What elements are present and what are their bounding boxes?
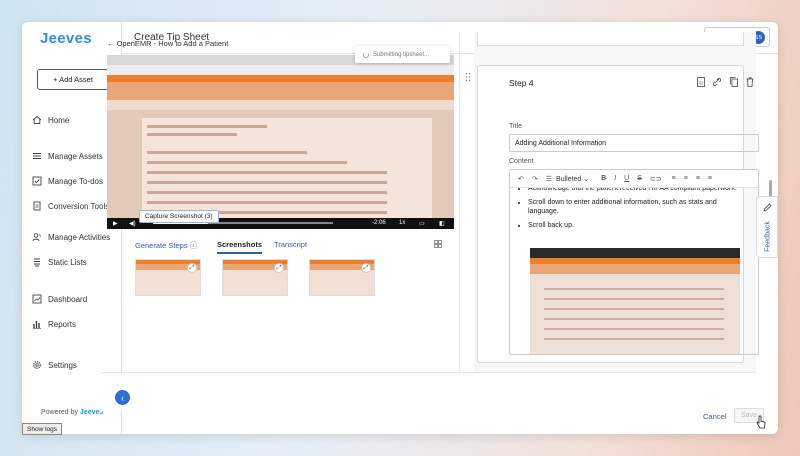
sidebar-item-label: Conversion Tools <box>48 201 110 211</box>
trash-icon[interactable] <box>746 77 754 87</box>
sidebar-item-home[interactable]: Home <box>32 113 69 127</box>
sidebar-item-label: Home <box>48 115 70 125</box>
sidebar-item-manage-assets[interactable]: Manage Assets <box>32 149 103 163</box>
submitting-toast: Submitting tipsheet... <box>355 46 450 63</box>
jeeves-logo: Jeeves <box>40 30 92 47</box>
volume-icon[interactable]: ◀) <box>129 220 136 227</box>
screenshot-thumbnail[interactable]: ⤢ <box>222 259 288 296</box>
sidebar-item-conversion-tools[interactable]: Conversion Tools <box>32 199 109 213</box>
tab-generate-steps[interactable]: Generate Steps ⓘ <box>135 240 197 251</box>
collapse-sidebar-button[interactable]: ‹ <box>115 390 130 405</box>
spinner-icon <box>363 51 369 58</box>
content-editor[interactable]: ↶ ↷ ☰ Bulleted ⌄ B I U S ⊂⊃ ≡ ≡ ≡ ≡ Ackn… <box>509 169 759 355</box>
sidebar-item-manage-todos[interactable]: Manage To-dos <box>32 174 103 188</box>
sidebar-item-label: Manage Activities <box>48 232 111 242</box>
powered-by-text: Powered by <box>41 409 78 416</box>
list-icon <box>32 257 42 267</box>
sidebar-item-label: Settings <box>48 360 77 370</box>
sidebar-item-reports[interactable]: Reports <box>32 317 76 331</box>
checkbox-icon <box>32 176 42 186</box>
home-icon <box>32 115 42 125</box>
align-center-icon[interactable]: ≡ <box>684 175 688 182</box>
screenshot-thumbnail[interactable]: ⤢ <box>309 259 375 296</box>
users-icon <box>32 232 42 242</box>
sidebar-item-label: Reports <box>48 319 77 329</box>
screenshot-thumbnail[interactable]: ⤢ <box>135 259 201 296</box>
sidebar-item-label: Dashboard <box>48 294 88 304</box>
playback-speed[interactable]: 1x <box>399 220 405 226</box>
sidebar-item-label: Static Lists <box>48 257 87 267</box>
feedback-label: Feedback <box>764 221 772 252</box>
dashboard-icon <box>32 294 42 304</box>
content-label: Content <box>509 158 534 165</box>
redo-icon[interactable]: ↷ <box>532 175 538 183</box>
sidebar-item-label: Manage Assets <box>48 151 103 161</box>
step-title-input[interactable]: Adding Additional Information <box>509 134 759 152</box>
video-emr-nav <box>107 75 454 82</box>
bullet-list: Acknowledge that the patient received HI… <box>528 184 748 234</box>
capture-screenshot-tooltip[interactable]: Capture Screenshot (3) <box>139 210 219 223</box>
grid-view-icon[interactable] <box>434 240 442 248</box>
copy-icon[interactable] <box>730 77 738 87</box>
bulleted-list-icon[interactable]: ☰ <box>546 175 552 183</box>
sidebar-item-manage-activities[interactable]: Manage Activities <box>32 230 110 244</box>
powered-by: Powered by Jeeves <box>41 409 103 416</box>
breadcrumb-back-link[interactable]: ← OpenEMR - How to Add a Patient <box>107 39 228 48</box>
video-time: -2:06 <box>372 220 386 226</box>
italic-button[interactable]: I <box>614 175 616 182</box>
sidebar-item-static-lists[interactable]: Static Lists <box>32 255 87 269</box>
chevron-left-icon: ‹ <box>121 392 124 403</box>
tab-transcript[interactable]: Transcript <box>274 240 307 249</box>
list-item: Scroll down to enter additional informat… <box>528 198 748 217</box>
strikethrough-button[interactable]: S <box>637 175 642 182</box>
list-item: Scroll back up. <box>528 221 748 231</box>
bold-button[interactable]: B <box>601 175 606 182</box>
show-logs-button[interactable]: Show logs <box>22 423 62 435</box>
hand-cursor-icon <box>756 415 766 429</box>
step-title: Step 4 <box>509 78 534 88</box>
align-justify-icon[interactable]: ≡ <box>708 175 712 182</box>
drag-handle-icon[interactable] <box>465 72 471 82</box>
list-icon <box>32 151 42 161</box>
play-icon[interactable]: ▶ <box>113 220 118 227</box>
captions-icon[interactable]: ▭ <box>419 220 425 227</box>
toast-text: Submitting tipsheet... <box>373 51 430 58</box>
footer-bar <box>100 372 756 412</box>
step-screenshot[interactable] <box>530 248 740 354</box>
expand-icon[interactable]: ⤢ <box>274 263 284 273</box>
document-icon <box>32 201 42 211</box>
link-icon[interactable] <box>713 77 721 87</box>
gear-icon <box>32 360 42 370</box>
expand-icon[interactable]: ⤢ <box>187 263 197 273</box>
sidebar-item-settings[interactable]: Settings <box>32 358 77 372</box>
editor-toolbar: ↶ ↷ ☰ Bulleted ⌄ B I U S ⊂⊃ ≡ ≡ ≡ ≡ <box>510 170 758 188</box>
align-left-icon[interactable]: ≡ <box>672 175 676 182</box>
title-label: Title <box>509 123 522 130</box>
cancel-button[interactable]: Cancel <box>703 412 726 421</box>
underline-button[interactable]: U <box>624 175 629 182</box>
align-right-icon[interactable]: ≡ <box>696 175 700 182</box>
bar-chart-icon <box>32 319 42 329</box>
pdf-icon[interactable] <box>697 77 705 87</box>
video-player[interactable]: ▶ ◀) -2:06 1x ▭ ◧ <box>107 55 454 229</box>
sidebar-item-label: Manage To-dos <box>48 176 103 186</box>
feedback-tab[interactable]: Feedback <box>756 196 778 258</box>
tab-screenshots[interactable]: Screenshots <box>217 240 263 254</box>
expand-icon[interactable]: ⤢ <box>361 263 371 273</box>
add-asset-button[interactable]: + Add Asset <box>37 69 109 90</box>
sidebar-item-dashboard[interactable]: Dashboard <box>32 292 87 306</box>
list-style-dropdown[interactable]: Bulleted ⌄ <box>556 175 589 183</box>
link-icon[interactable]: ⊂⊃ <box>650 175 662 183</box>
pip-icon[interactable]: ◧ <box>439 220 445 227</box>
undo-icon[interactable]: ↶ <box>518 175 524 183</box>
previous-step-card <box>477 32 744 46</box>
